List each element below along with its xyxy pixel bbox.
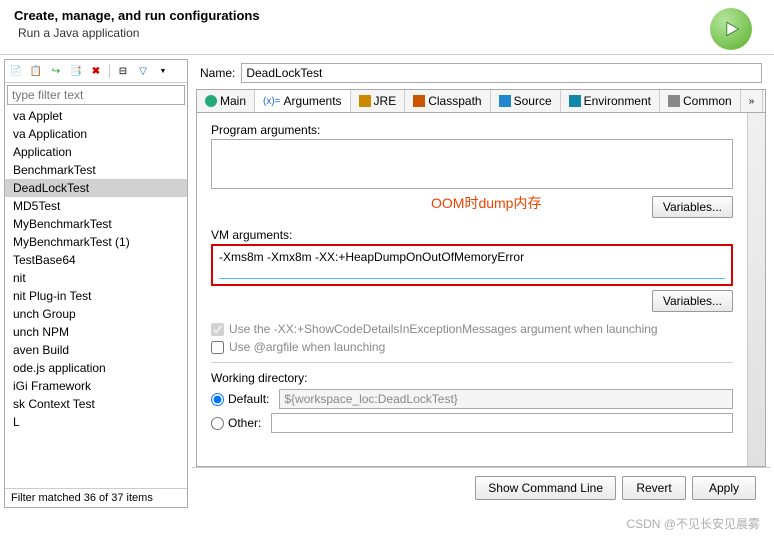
source-icon bbox=[499, 95, 511, 107]
tree-item[interactable]: L bbox=[5, 413, 187, 431]
filter-status: Filter matched 36 of 37 items bbox=[5, 488, 187, 507]
show-code-details-checkbox[interactable]: Use the -XX:+ShowCodeDetailsInExceptionM… bbox=[211, 322, 733, 336]
apply-button[interactable]: Apply bbox=[692, 476, 756, 500]
expand-icon[interactable]: ⊟ bbox=[114, 62, 132, 80]
button-bar: Show Command Line Revert Apply bbox=[192, 467, 770, 508]
new-prototype-icon[interactable]: 📋 bbox=[27, 62, 45, 80]
tree-item[interactable]: unch Group bbox=[5, 305, 187, 323]
tree-item[interactable]: nit Plug-in Test bbox=[5, 287, 187, 305]
filter-dropdown-icon[interactable]: ▼ bbox=[154, 62, 172, 80]
tab-common[interactable]: Common bbox=[660, 90, 741, 112]
main-icon bbox=[205, 95, 217, 107]
filter-input[interactable] bbox=[7, 85, 185, 105]
left-panel: 📄 📋 ↪ 📑 ✖ ⊟ ▽ ▼ va Appletva ApplicationA… bbox=[4, 59, 188, 508]
arguments-tab-content: Program arguments: OOM时dump内存 Variables.… bbox=[196, 113, 766, 467]
tree-item[interactable]: TestBase64 bbox=[5, 251, 187, 269]
classpath-icon bbox=[413, 95, 425, 107]
name-input[interactable] bbox=[241, 63, 762, 83]
tree-item[interactable]: ode.js application bbox=[5, 359, 187, 377]
program-arguments-input[interactable] bbox=[211, 139, 733, 189]
tab-bar: Main(x)=ArgumentsJREClasspathSourceEnvir… bbox=[196, 89, 766, 113]
delete-icon[interactable]: ✖ bbox=[87, 62, 105, 80]
tab-main[interactable]: Main bbox=[197, 90, 255, 112]
revert-button[interactable]: Revert bbox=[622, 476, 686, 500]
tab-environment[interactable]: Environment bbox=[561, 90, 660, 112]
vm-arguments-label: VM arguments: bbox=[211, 228, 733, 242]
tree-item[interactable]: Application bbox=[5, 143, 187, 161]
variables-button-1[interactable]: Variables... bbox=[652, 196, 733, 218]
tree-item[interactable]: va Application bbox=[5, 125, 187, 143]
program-arguments-label: Program arguments: bbox=[211, 123, 733, 137]
name-label: Name: bbox=[200, 66, 235, 80]
tree-item[interactable]: aven Build bbox=[5, 341, 187, 359]
run-icon bbox=[710, 8, 752, 50]
tree-item[interactable]: MyBenchmarkTest bbox=[5, 215, 187, 233]
wd-default-radio[interactable]: Default: bbox=[211, 392, 269, 406]
config-tree[interactable]: va Appletva ApplicationApplicationBenchm… bbox=[5, 107, 187, 488]
export-icon[interactable]: ↪ bbox=[47, 62, 65, 80]
use-argfile-checkbox[interactable]: Use @argfile when launching bbox=[211, 340, 733, 354]
show-command-line-button[interactable]: Show Command Line bbox=[475, 476, 616, 500]
tree-item[interactable]: BenchmarkTest bbox=[5, 161, 187, 179]
tree-item[interactable]: MyBenchmarkTest (1) bbox=[5, 233, 187, 251]
common-icon bbox=[668, 95, 680, 107]
tree-item[interactable]: sk Context Test bbox=[5, 395, 187, 413]
new-config-icon[interactable]: 📄 bbox=[7, 62, 25, 80]
tab-jre[interactable]: JRE bbox=[351, 90, 406, 112]
wd-default-input bbox=[279, 389, 733, 409]
scrollbar[interactable] bbox=[747, 113, 765, 466]
filter-icon[interactable]: ▽ bbox=[134, 62, 152, 80]
tree-item[interactable]: unch NPM bbox=[5, 323, 187, 341]
working-directory-label: Working directory: bbox=[211, 371, 733, 385]
wd-other-input[interactable] bbox=[271, 413, 733, 433]
tab-arguments[interactable]: (x)=Arguments bbox=[255, 90, 351, 112]
tree-item[interactable]: va Applet bbox=[5, 107, 187, 125]
tree-item[interactable]: iGi Framework bbox=[5, 377, 187, 395]
tab-source[interactable]: Source bbox=[491, 90, 561, 112]
vm-arguments-input[interactable]: -Xms8m -Xmx8m -XX:+HeapDumpOnOutOfMemory… bbox=[211, 244, 733, 286]
tree-item[interactable]: DeadLockTest bbox=[5, 179, 187, 197]
watermark: CSDN @不见长安见晨雾 bbox=[626, 515, 760, 532]
right-panel: Name: Main(x)=ArgumentsJREClasspathSourc… bbox=[192, 59, 770, 508]
tab-overflow-icon[interactable]: » bbox=[741, 90, 764, 112]
variables-button-2[interactable]: Variables... bbox=[652, 290, 733, 312]
dialog-subtitle: Run a Java application bbox=[18, 26, 260, 40]
dialog-title: Create, manage, and run configurations bbox=[14, 8, 260, 23]
tree-item[interactable]: MD5Test bbox=[5, 197, 187, 215]
config-toolbar: 📄 📋 ↪ 📑 ✖ ⊟ ▽ ▼ bbox=[5, 60, 187, 83]
tab-classpath[interactable]: Classpath bbox=[405, 90, 490, 112]
duplicate-icon[interactable]: 📑 bbox=[67, 62, 85, 80]
jre-icon bbox=[359, 95, 371, 107]
annotation-text: OOM时dump内存 bbox=[431, 193, 541, 213]
tree-item[interactable]: nit bbox=[5, 269, 187, 287]
dialog-header: Create, manage, and run configurations R… bbox=[0, 0, 774, 54]
environment-icon bbox=[569, 95, 581, 107]
wd-other-radio[interactable]: Other: bbox=[211, 416, 261, 430]
